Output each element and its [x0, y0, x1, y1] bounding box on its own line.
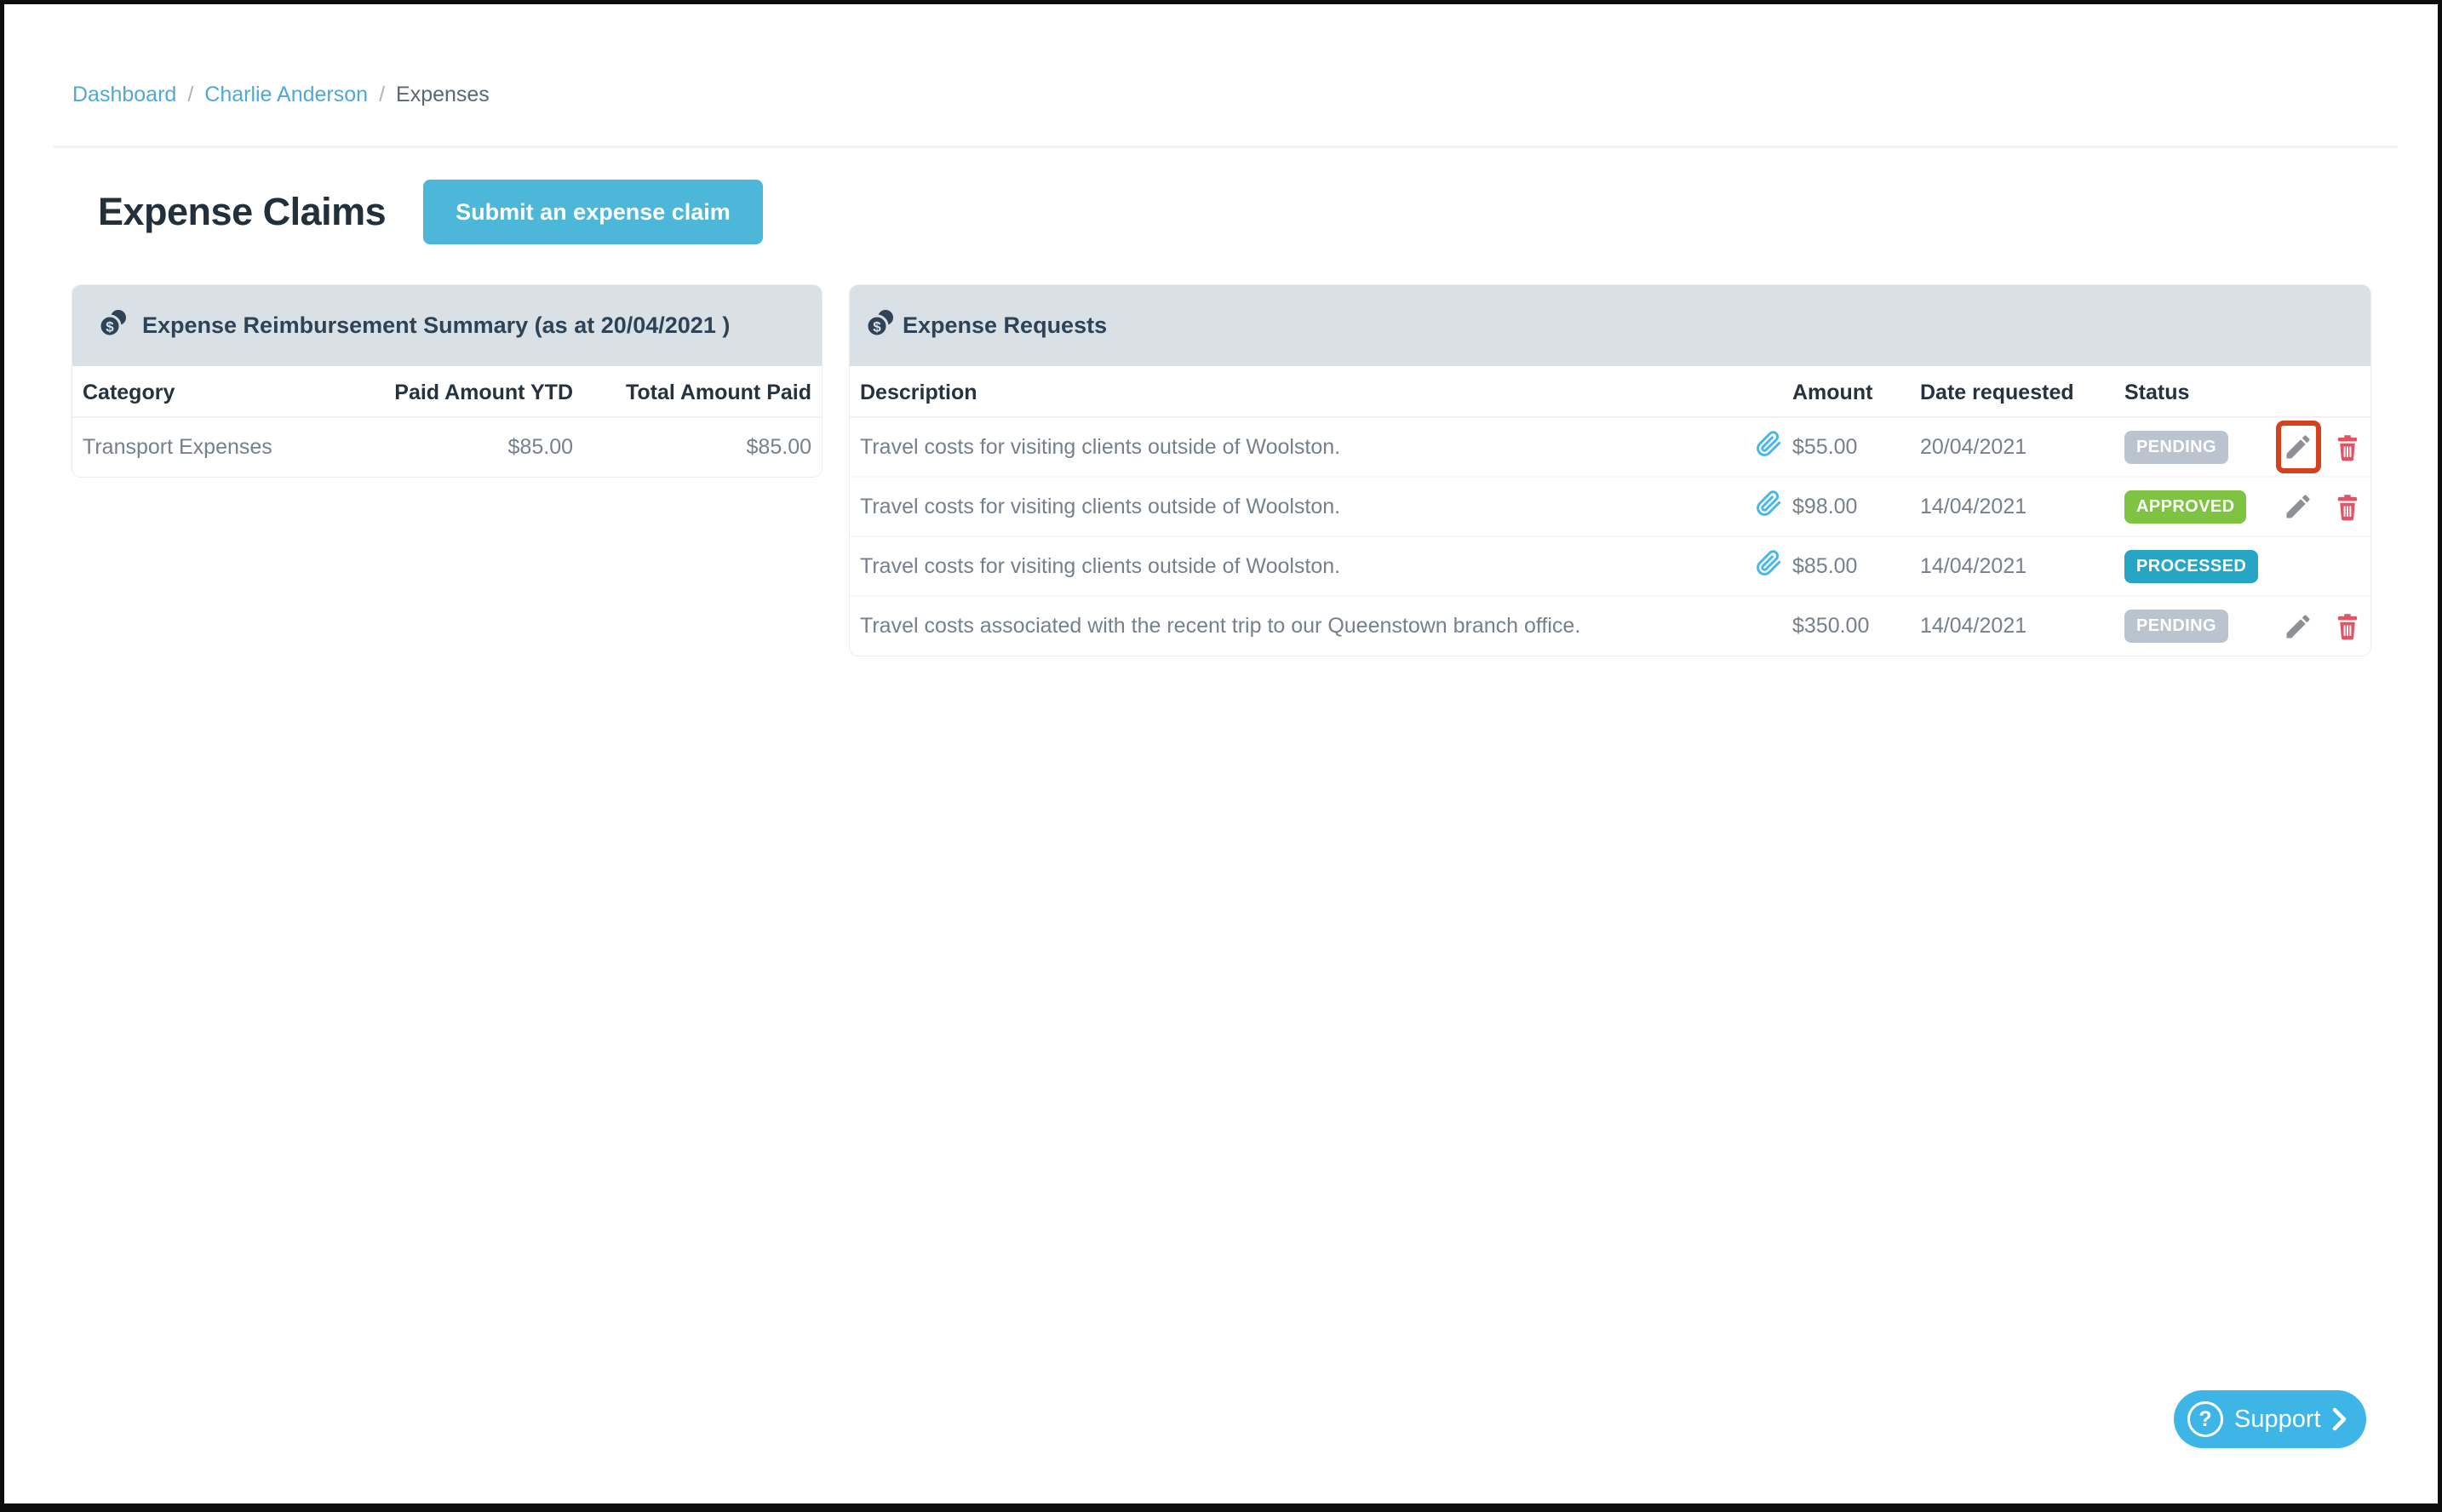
- description-cell: Travel costs associated with the recent …: [850, 596, 1723, 656]
- paperclip-icon[interactable]: [1756, 431, 1782, 457]
- breadcrumb-separator: /: [379, 81, 385, 108]
- column-header-description: Description: [850, 366, 1723, 417]
- breadcrumb-divider: [53, 146, 2398, 148]
- total-paid-cell: $85.00: [583, 417, 822, 477]
- edit-pencil-icon: [2283, 611, 2313, 642]
- expense-summary-panel: $ Expense Reimbursement Summary (as at 2…: [72, 285, 822, 477]
- paperclip-icon[interactable]: [1756, 490, 1782, 517]
- question-mark-icon: ?: [2187, 1401, 2223, 1437]
- breadcrumb-separator: /: [187, 81, 193, 108]
- category-cell: Transport Expenses: [72, 417, 353, 477]
- coins-icon: $: [98, 308, 129, 339]
- summary-table-body: Transport Expenses $85.00 $85.00: [72, 417, 822, 477]
- support-label: Support: [2234, 1406, 2321, 1434]
- breadcrumb-item-expenses: Expenses: [396, 81, 490, 108]
- column-header-paid-amount-ytd: Paid Amount YTD: [353, 366, 583, 417]
- edit-pencil-icon: [2283, 491, 2313, 522]
- expense-requests-title: Expense Requests: [903, 312, 1107, 339]
- request-table-row: Travel costs for visiting clients outsid…: [850, 536, 2370, 596]
- status-badge: APPROVED: [2124, 490, 2246, 524]
- description-cell: Travel costs for visiting clients outsid…: [850, 417, 1723, 477]
- date-requested-cell: 14/04/2021: [1910, 596, 2114, 656]
- delete-button[interactable]: [2330, 480, 2365, 533]
- request-table-row: Travel costs for visiting clients outsid…: [850, 477, 2370, 536]
- expense-summary-title: Expense Reimbursement Summary (as at 20/…: [142, 312, 730, 339]
- breadcrumb-item-dashboard[interactable]: Dashboard: [72, 81, 176, 108]
- status-badge: PENDING: [2124, 610, 2228, 643]
- status-badge: PENDING: [2124, 431, 2228, 464]
- edit-button[interactable]: [2276, 600, 2321, 653]
- date-requested-cell: 20/04/2021: [1910, 417, 2114, 477]
- request-table-row: Travel costs associated with the recent …: [850, 596, 2370, 656]
- amount-cell: $85.00: [1782, 536, 1910, 596]
- date-requested-cell: 14/04/2021: [1910, 536, 2114, 596]
- status-badge: PROCESSED: [2124, 550, 2258, 583]
- chevron-right-icon: [2332, 1407, 2347, 1431]
- expense-requests-panel: $ Expense Requests Description Amount Da…: [850, 285, 2370, 656]
- edit-button-highlighted[interactable]: [2276, 421, 2321, 473]
- coins-icon: $: [865, 308, 896, 339]
- edit-pencil-icon: [2283, 432, 2313, 462]
- column-header-total-amount-paid: Total Amount Paid: [583, 366, 822, 417]
- delete-button[interactable]: [2330, 600, 2365, 653]
- requests-table-body: Travel costs for visiting clients outsid…: [850, 417, 2370, 656]
- expense-requests-panel-header: $ Expense Requests: [850, 285, 2370, 366]
- paid-ytd-cell: $85.00: [353, 417, 583, 477]
- submit-expense-claim-button[interactable]: Submit an expense claim: [423, 180, 763, 244]
- column-header-actions: [2276, 366, 2370, 417]
- svg-text:$: $: [106, 319, 114, 335]
- description-cell: Travel costs for visiting clients outsid…: [850, 536, 1723, 596]
- page-header: Expense Claims Submit an expense claim: [98, 180, 763, 244]
- expense-summary-panel-header: $ Expense Reimbursement Summary (as at 2…: [72, 285, 822, 366]
- summary-header-row: Category Paid Amount YTD Total Amount Pa…: [72, 366, 822, 417]
- column-header-amount: Amount: [1782, 366, 1910, 417]
- requests-header-row: Description Amount Date requested Status: [850, 366, 2370, 417]
- amount-cell: $98.00: [1782, 477, 1910, 536]
- amount-cell: $55.00: [1782, 417, 1910, 477]
- trash-icon: [2335, 433, 2360, 461]
- date-requested-cell: 14/04/2021: [1910, 477, 2114, 536]
- column-header-status: Status: [2114, 366, 2276, 417]
- expense-summary-table: Category Paid Amount YTD Total Amount Pa…: [72, 366, 822, 477]
- description-cell: Travel costs for visiting clients outsid…: [850, 477, 1723, 536]
- amount-cell: $350.00: [1782, 596, 1910, 656]
- column-header-category: Category: [72, 366, 353, 417]
- svg-text:$: $: [873, 319, 881, 335]
- page-title: Expense Claims: [98, 190, 386, 234]
- request-table-row: Travel costs for visiting clients outsid…: [850, 417, 2370, 477]
- app-window: Dashboard / Charlie Anderson / Expenses Expe…: [0, 0, 2442, 1512]
- column-header-date-requested: Date requested: [1910, 366, 2114, 417]
- breadcrumb-item-charlie-anderson[interactable]: Charlie Anderson: [204, 81, 368, 108]
- column-header-attachment: [1723, 366, 1782, 417]
- expense-requests-table: Description Amount Date requested Status…: [850, 366, 2370, 656]
- breadcrumb: Dashboard / Charlie Anderson / Expenses: [72, 81, 490, 108]
- coins-icon-slot: $: [865, 308, 896, 343]
- summary-table-row: Transport Expenses $85.00 $85.00: [72, 417, 822, 477]
- trash-icon: [2335, 493, 2360, 521]
- support-button[interactable]: ? Support: [2174, 1390, 2366, 1448]
- delete-button[interactable]: [2330, 421, 2365, 473]
- coins-icon-slot: $: [98, 308, 129, 343]
- edit-button[interactable]: [2276, 480, 2321, 533]
- paperclip-icon[interactable]: [1756, 550, 1782, 576]
- trash-icon: [2335, 612, 2360, 640]
